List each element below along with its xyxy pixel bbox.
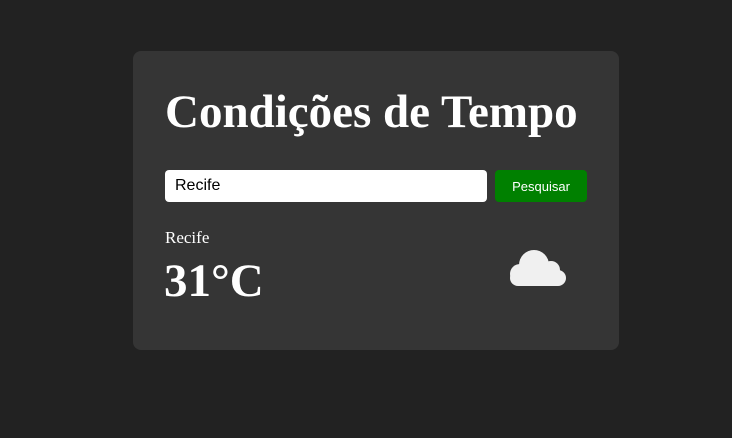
city-name: Recife (165, 228, 210, 247)
cloud-icon (510, 250, 566, 286)
weather-card: Condições de Tempo Pesquisar Recife 31°C (133, 51, 619, 350)
search-input[interactable] (165, 170, 487, 202)
page-title: Condições de Tempo (165, 86, 578, 138)
search-button[interactable]: Pesquisar (495, 170, 587, 202)
temperature-value: 31°C (164, 255, 264, 307)
